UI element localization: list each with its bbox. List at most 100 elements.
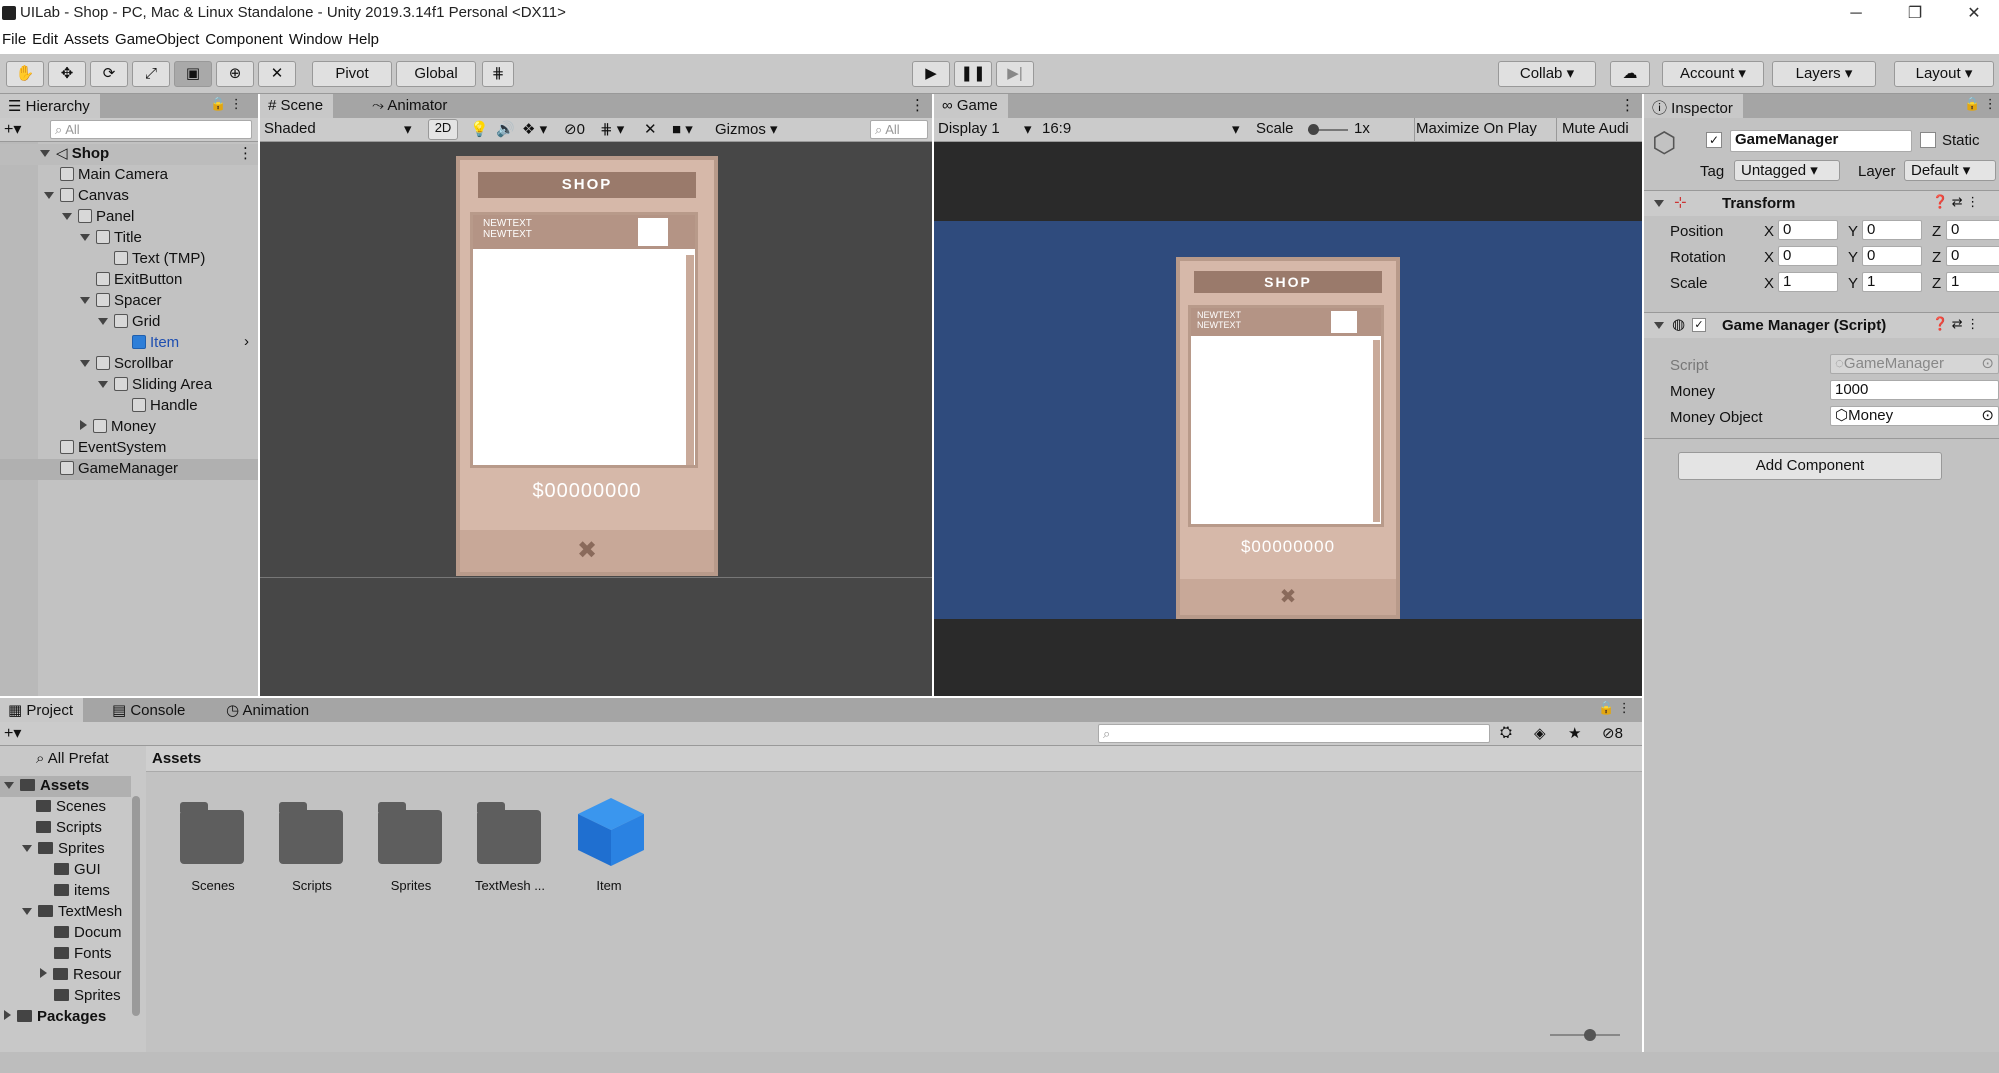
menu-file[interactable]: File — [0, 28, 30, 48]
step-button[interactable]: ▶| — [996, 61, 1034, 87]
money-field[interactable]: 1000 — [1830, 380, 1999, 400]
account-dropdown[interactable]: Account ▾ — [1662, 61, 1764, 87]
expand-arrow-icon[interactable] — [98, 318, 108, 325]
collapse-arrow-icon[interactable] — [4, 1010, 11, 1020]
layer-dropdown[interactable]: Default ▾ — [1904, 160, 1996, 181]
asset-item[interactable]: Item — [564, 792, 654, 902]
play-button[interactable]: ▶ — [912, 61, 950, 87]
tab-animation[interactable]: ◷ Animation — [218, 698, 319, 722]
script-header[interactable]: ◍ ✓ Game Manager (Script) ❓ ⇄ ⋮ — [1644, 313, 1999, 338]
scene-row[interactable]: ◁ Shop ⋮ — [0, 144, 258, 165]
tab-animator[interactable]: ⤳ Animator — [364, 94, 457, 118]
hierarchy-row[interactable]: Spacer — [0, 291, 258, 312]
active-checkbox[interactable]: ✓ — [1706, 132, 1722, 148]
scene-menu-icon[interactable]: ⋮ — [238, 144, 253, 162]
expand-arrow-icon[interactable] — [80, 234, 90, 241]
cloud-icon[interactable]: ☁ — [1610, 61, 1650, 87]
breadcrumb-assets[interactable]: Assets — [152, 750, 201, 767]
global-button[interactable]: Global — [396, 61, 476, 87]
tag-dropdown[interactable]: Untagged ▾ — [1734, 160, 1840, 181]
project-tree-item[interactable]: Fonts — [0, 944, 131, 965]
hierarchy-row[interactable]: GameManager — [0, 459, 258, 480]
tab-console[interactable]: ▤ Console — [104, 698, 195, 722]
transform-rotation-z-field[interactable]: 0 — [1946, 246, 1999, 266]
project-search-input[interactable]: ⌕ — [1098, 724, 1490, 743]
menu-help[interactable]: Help — [346, 28, 383, 48]
pause-button[interactable]: ❚❚ — [954, 61, 992, 87]
camera-icon[interactable]: ■ ▾ — [672, 120, 693, 138]
rotate-tool-icon[interactable]: ⟳ — [90, 61, 128, 87]
axis-x-label[interactable]: X — [1764, 223, 1774, 240]
add-component-button[interactable]: Add Component — [1678, 452, 1942, 480]
favorites-all-prefabs[interactable]: ⌕ All Prefat — [36, 750, 109, 771]
axis-y-label[interactable]: Y — [1848, 249, 1858, 266]
transform-header[interactable]: ⊹ Transform ❓ ⇄ ⋮ — [1644, 191, 1999, 216]
script-field[interactable]: ◌GameManager ⊙ — [1830, 354, 1999, 374]
favorites-icon[interactable]: ★ — [1568, 724, 1581, 742]
script-enabled-checkbox[interactable]: ✓ — [1692, 318, 1706, 332]
scene-search-input[interactable]: ⌕ All — [870, 120, 928, 139]
tab-scene[interactable]: # Scene — [260, 94, 334, 118]
axis-x-label[interactable]: X — [1764, 275, 1774, 292]
expand-arrow-icon[interactable] — [22, 845, 32, 852]
prefab-open-icon[interactable]: › — [244, 333, 249, 350]
hierarchy-search-input[interactable]: ⌕ All — [50, 120, 252, 139]
expand-arrow-icon[interactable] — [44, 192, 54, 199]
project-tree-item[interactable]: Sprites — [0, 839, 131, 860]
project-tree-item[interactable]: Scenes — [0, 797, 131, 818]
hierarchy-row[interactable]: Text (TMP) — [0, 249, 258, 270]
inspector-lock-icon[interactable]: 🔒 ⋮ — [1964, 96, 1997, 112]
hand-tool-icon[interactable]: ✋ — [6, 61, 44, 87]
pivot-button[interactable]: Pivot — [312, 61, 392, 87]
hidden-packages-icon[interactable]: ⊘8 — [1602, 724, 1623, 742]
axis-z-label[interactable]: Z — [1932, 223, 1941, 240]
search-by-type-icon[interactable]: ⛭ — [1500, 724, 1512, 741]
menu-gameobject[interactable]: GameObject — [113, 28, 203, 48]
transform-position-z-field[interactable]: 0 — [1946, 220, 1999, 240]
audio-icon[interactable]: 🔊 — [496, 120, 515, 138]
aspect-dropdown[interactable]: 16:9 ▾ — [1042, 120, 1242, 138]
hierarchy-row[interactable]: Handle — [0, 396, 258, 417]
transform-position-y-field[interactable]: 0 — [1862, 220, 1922, 240]
asset-item[interactable]: Sprites — [366, 792, 456, 902]
create-icon[interactable]: +▾ — [4, 723, 21, 743]
hidden-objects-icon[interactable]: ⊘0 — [564, 120, 585, 138]
expand-arrow-icon[interactable] — [40, 150, 50, 157]
axis-z-label[interactable]: Z — [1932, 249, 1941, 266]
snap-icon[interactable]: ⋕ — [482, 61, 514, 87]
layers-dropdown[interactable]: Layers ▾ — [1772, 61, 1876, 87]
project-tree-item[interactable]: Packages — [0, 1007, 131, 1028]
hierarchy-row[interactable]: Scrollbar — [0, 354, 258, 375]
tab-hierarchy[interactable]: ☰ Hierarchy — [0, 94, 100, 118]
transform-scale-x-field[interactable]: 1 — [1778, 272, 1838, 292]
maximize-button[interactable]: ❐ — [1895, 2, 1935, 26]
project-tree-item[interactable]: Docum — [0, 923, 131, 944]
move-tool-icon[interactable]: ✥ — [48, 61, 86, 87]
object-name-field[interactable]: GameManager — [1730, 130, 1912, 152]
project-tree-item[interactable]: Resour — [0, 965, 131, 986]
axis-y-label[interactable]: Y — [1848, 223, 1858, 240]
project-tree-item[interactable]: TextMesh — [0, 902, 131, 923]
hierarchy-row[interactable]: › Item — [0, 333, 258, 354]
axis-x-label[interactable]: X — [1764, 249, 1774, 266]
close-button[interactable]: ✕ — [1954, 2, 1994, 26]
project-tree-item[interactable]: GUI — [0, 860, 131, 881]
menu-component[interactable]: Component — [203, 28, 287, 48]
icon-size-slider-thumb[interactable] — [1584, 1029, 1596, 1041]
shading-dropdown[interactable]: Shaded ▾ — [264, 120, 414, 138]
hierarchy-row[interactable]: Panel — [0, 207, 258, 228]
project-tree-item[interactable]: items — [0, 881, 131, 902]
menu-window[interactable]: Window — [287, 28, 346, 48]
static-checkbox[interactable] — [1920, 132, 1936, 148]
hierarchy-row[interactable]: Grid — [0, 312, 258, 333]
component-help-icon[interactable]: ❓ ⇄ ⋮ — [1932, 316, 1979, 332]
expand-arrow-icon[interactable] — [80, 297, 90, 304]
layout-dropdown[interactable]: Layout ▾ — [1894, 61, 1994, 87]
expand-arrow-icon[interactable] — [80, 360, 90, 367]
collapse-arrow-icon[interactable] — [80, 420, 87, 430]
create-icon[interactable]: +▾ — [4, 119, 21, 139]
scene-menu-icon[interactable]: ⋮ — [910, 96, 925, 114]
hierarchy-row[interactable]: Money — [0, 417, 258, 438]
transform-scale-y-field[interactable]: 1 — [1862, 272, 1922, 292]
expand-arrow-icon[interactable] — [22, 908, 32, 915]
